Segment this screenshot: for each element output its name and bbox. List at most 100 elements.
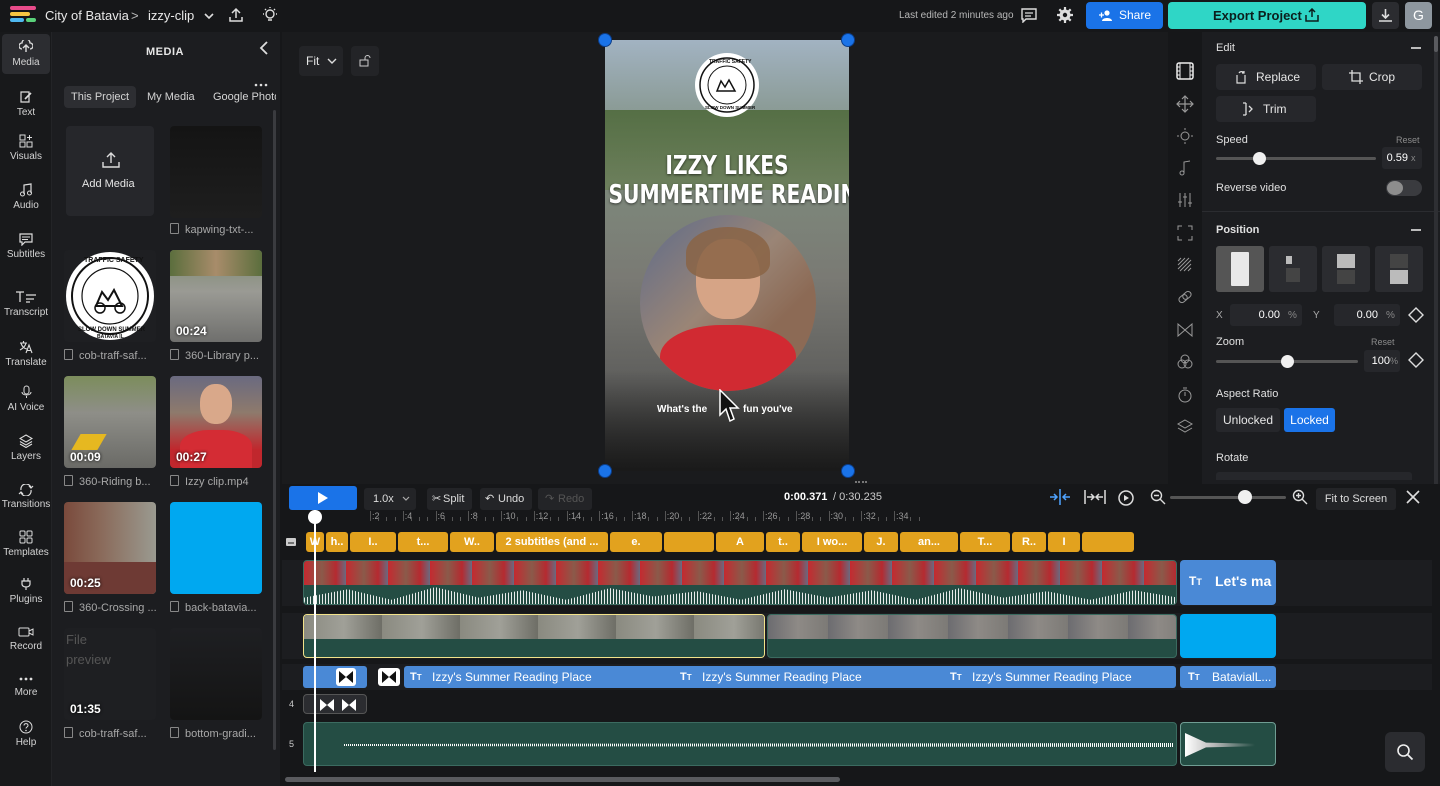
- timeline-ruler[interactable]: :2:4:6:8:10:12:14:16:18:20:22:24:26:28:3…: [282, 508, 1432, 524]
- zoom-reset-link[interactable]: Reset: [1371, 337, 1395, 347]
- audio-clip[interactable]: [303, 722, 1177, 766]
- more-tabs-icon[interactable]: [254, 82, 268, 88]
- fit-dropdown[interactable]: Fit: [299, 46, 343, 76]
- lock-ratio-button[interactable]: [351, 46, 379, 76]
- nav-item-translate[interactable]: Translate: [0, 340, 52, 368]
- transition-marker[interactable]: [303, 666, 367, 688]
- position-upper-button[interactable]: [1322, 246, 1370, 292]
- nav-item-subtitles[interactable]: Subtitles: [0, 232, 52, 260]
- tab-google-photos[interactable]: Google Photos: [206, 86, 276, 108]
- brightness-icon[interactable]: [1176, 127, 1194, 145]
- aspect-unlocked-button[interactable]: Unlocked: [1216, 408, 1280, 432]
- nav-item-more[interactable]: More: [0, 674, 52, 698]
- resize-handle-top-left[interactable]: [598, 33, 612, 47]
- trim-button[interactable]: Trim: [1216, 96, 1316, 122]
- position-top-button[interactable]: [1269, 246, 1317, 292]
- nav-item-visuals[interactable]: Visuals: [0, 134, 52, 162]
- video-headline[interactable]: IZZY LIKES SUMMERTIME READING: [608, 152, 849, 210]
- rotate-controls[interactable]: [1216, 472, 1412, 480]
- export-project-button[interactable]: Export Project: [1168, 2, 1366, 29]
- share-button[interactable]: Share: [1086, 2, 1163, 29]
- zoom-in-icon[interactable]: [1292, 489, 1308, 505]
- aspect-locked-button[interactable]: Locked: [1284, 408, 1335, 432]
- subtitle-segment[interactable]: h..: [326, 532, 348, 552]
- playhead[interactable]: [314, 510, 316, 772]
- lightbulb-icon[interactable]: [262, 6, 278, 24]
- transition-icon[interactable]: [378, 668, 400, 686]
- stack-icon[interactable]: [1176, 418, 1194, 436]
- adjust-sliders-icon[interactable]: [1176, 191, 1194, 209]
- history-icon[interactable]: [1117, 489, 1135, 507]
- main-video-clip[interactable]: [303, 560, 1177, 605]
- tab-my-media[interactable]: My Media: [140, 86, 202, 108]
- nav-item-help[interactable]: Help: [0, 720, 52, 748]
- move-icon[interactable]: [1176, 95, 1194, 113]
- resize-handle-bottom-left[interactable]: [598, 464, 612, 478]
- cyan-background-clip[interactable]: [1180, 614, 1276, 658]
- panel-scrollbar-thumb[interactable]: [1434, 36, 1438, 52]
- speed-input[interactable]: 0.59: [1382, 147, 1422, 169]
- subtitle-segment[interactable]: A: [716, 532, 764, 552]
- resize-handle-bottom-right[interactable]: [841, 464, 855, 478]
- audio-clip[interactable]: [1180, 722, 1276, 766]
- video-overlay-logo[interactable]: TRAFFIC SAFETY SLOW DOWN SUMMER: [695, 53, 759, 117]
- subtitle-segment[interactable]: 2 subtitles (and ...: [496, 532, 608, 552]
- position-fill-button[interactable]: [1216, 246, 1264, 292]
- subtitle-segment[interactable]: t..: [766, 532, 800, 552]
- redo-button[interactable]: ↷ Redo: [538, 488, 592, 510]
- keyframe-diamond-icon[interactable]: [1408, 307, 1424, 323]
- subtitle-segment[interactable]: e.: [610, 532, 662, 552]
- fit-to-screen-button[interactable]: Fit to Screen: [1316, 488, 1396, 510]
- collapse-position-icon[interactable]: [1411, 229, 1421, 231]
- expand-icon[interactable]: [1176, 224, 1194, 242]
- nav-item-plugins[interactable]: Plugins: [0, 577, 52, 605]
- media-scrollbar[interactable]: [273, 110, 276, 750]
- edit-panel-icon[interactable]: [1176, 62, 1194, 80]
- media-thumb-cob-traff-video[interactable]: File preview 01:35: [64, 628, 156, 720]
- speed-reset-link[interactable]: Reset: [1396, 135, 1420, 145]
- nav-item-ai-voice[interactable]: AI Voice: [0, 385, 52, 413]
- nav-item-audio[interactable]: Audio: [0, 183, 52, 211]
- timeline-zoom-slider[interactable]: [1170, 496, 1286, 499]
- subtitle-segment[interactable]: [664, 532, 714, 552]
- media-thumb-traffic-logo[interactable]: TRAFFIC SAFETY SLOW DOWN SUMMER BATAVIA …: [64, 250, 156, 342]
- video-clip[interactable]: [767, 614, 1177, 658]
- pattern-icon[interactable]: [1176, 256, 1194, 274]
- video-preview[interactable]: TRAFFIC SAFETY SLOW DOWN SUMMER IZZY LIK…: [605, 40, 849, 471]
- timeline-zoom-knob[interactable]: [1238, 490, 1252, 504]
- media-thumb-360-library[interactable]: 00:24: [170, 250, 262, 342]
- media-thumb-kapwing-txt[interactable]: [170, 126, 262, 218]
- subtitle-segment[interactable]: I: [1048, 532, 1080, 552]
- close-timeline-icon[interactable]: [1406, 490, 1420, 504]
- subtitle-segment[interactable]: an...: [900, 532, 958, 552]
- snap-icon[interactable]: [1049, 489, 1071, 505]
- resize-handle-top-right[interactable]: [841, 33, 855, 47]
- undo-button[interactable]: ↶ Undo: [480, 488, 532, 510]
- text-clip[interactable]: TT BatavialL...: [1180, 666, 1276, 688]
- avatar[interactable]: G: [1405, 2, 1432, 29]
- split-button[interactable]: ✂ Split: [427, 488, 472, 510]
- play-button[interactable]: [289, 486, 357, 510]
- overlay-text-clip[interactable]: TT Let's ma: [1180, 560, 1276, 605]
- nav-item-media[interactable]: Media: [2, 34, 50, 74]
- subtitle-segment[interactable]: W..: [450, 532, 494, 552]
- subtitle-segment[interactable]: I..: [350, 532, 396, 552]
- nav-item-layers[interactable]: Layers: [0, 434, 52, 462]
- collapse-edit-icon[interactable]: [1411, 47, 1421, 49]
- audio-note-icon[interactable]: [1176, 159, 1194, 177]
- collapse-panel-icon[interactable]: [258, 41, 270, 55]
- keyframe-diamond-icon[interactable]: [1408, 352, 1424, 368]
- project-name[interactable]: izzy-clip: [148, 8, 194, 23]
- crop-button[interactable]: Crop: [1322, 64, 1422, 90]
- video-clip-selected[interactable]: [303, 614, 765, 658]
- playback-speed-dropdown[interactable]: 1.0x: [364, 488, 416, 510]
- transition-icon[interactable]: [336, 668, 356, 686]
- media-thumb-back-batavia[interactable]: [170, 502, 262, 594]
- timer-icon[interactable]: [1176, 386, 1194, 404]
- color-icon[interactable]: [1176, 353, 1194, 371]
- media-thumb-bottom-gradient[interactable]: [170, 628, 262, 720]
- speed-slider[interactable]: [1216, 157, 1376, 160]
- kapwing-logo-icon[interactable]: [10, 6, 36, 26]
- chevron-down-icon[interactable]: [203, 11, 215, 21]
- add-media-button[interactable]: Add Media: [66, 126, 154, 216]
